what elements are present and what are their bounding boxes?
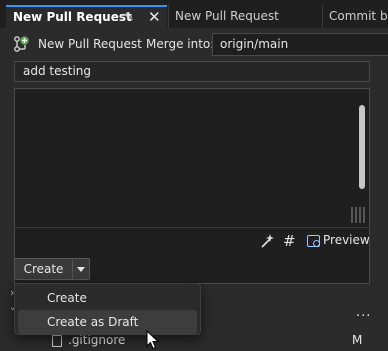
preview-button-label[interactable]: Preview — [323, 233, 370, 247]
menu-item-create[interactable]: Create — [18, 286, 197, 310]
pull-request-header: New Pull Request Merge into: origin/main — [0, 30, 388, 60]
tab-new-pull-request-active[interactable]: New Pull Request ✎ ✕ — [6, 5, 167, 28]
description-editor[interactable]: # Preview — [14, 88, 370, 284]
tab-label: Commit b6 — [329, 9, 388, 23]
pull-request-form: add testing # Preview › ˅ ... .gitignore… — [0, 60, 388, 351]
scroll-overview-marks — [351, 207, 367, 223]
close-icon[interactable]: ✕ — [148, 7, 161, 27]
document-tab-strip: New Pull Request ✎ ✕ New Pull Request Co… — [0, 0, 388, 30]
create-button[interactable]: Create — [14, 258, 72, 280]
pin-icon[interactable]: ✎ — [124, 7, 134, 27]
tab-new-pull-request[interactable]: New Pull Request — [168, 5, 318, 28]
file-icon — [52, 335, 62, 347]
new-pull-request-window: New Pull Request ✎ ✕ New Pull Request Co… — [0, 0, 388, 351]
more-options-icon[interactable]: ... — [356, 305, 371, 320]
create-dropdown-arrow[interactable] — [72, 258, 90, 280]
modified-status-badge: M — [352, 333, 363, 347]
magic-wand-icon[interactable] — [259, 233, 275, 249]
title-input[interactable]: add testing — [14, 61, 370, 82]
create-split-button: Create — [14, 258, 90, 280]
description-toolbar: # Preview — [15, 227, 370, 255]
vertical-scrollbar-thumb[interactable] — [359, 105, 365, 189]
pull-request-icon — [14, 36, 29, 52]
menu-item-create-as-draft[interactable]: Create as Draft — [18, 310, 197, 334]
page-title: New Pull Request — [38, 37, 142, 51]
create-options-menu: Create Create as Draft — [14, 283, 201, 335]
file-name: .gitignore — [68, 333, 126, 347]
mouse-cursor-icon — [146, 330, 160, 350]
hash-icon[interactable]: # — [283, 232, 296, 250]
tab-label: New Pull Request — [13, 10, 132, 24]
tab-commit[interactable]: Commit b6 — [322, 5, 388, 28]
merge-into-label: Merge into: — [146, 37, 215, 51]
target-branch-select[interactable]: origin/main — [212, 33, 388, 56]
preview-icon[interactable] — [307, 235, 320, 247]
tab-label: New Pull Request — [175, 9, 279, 23]
